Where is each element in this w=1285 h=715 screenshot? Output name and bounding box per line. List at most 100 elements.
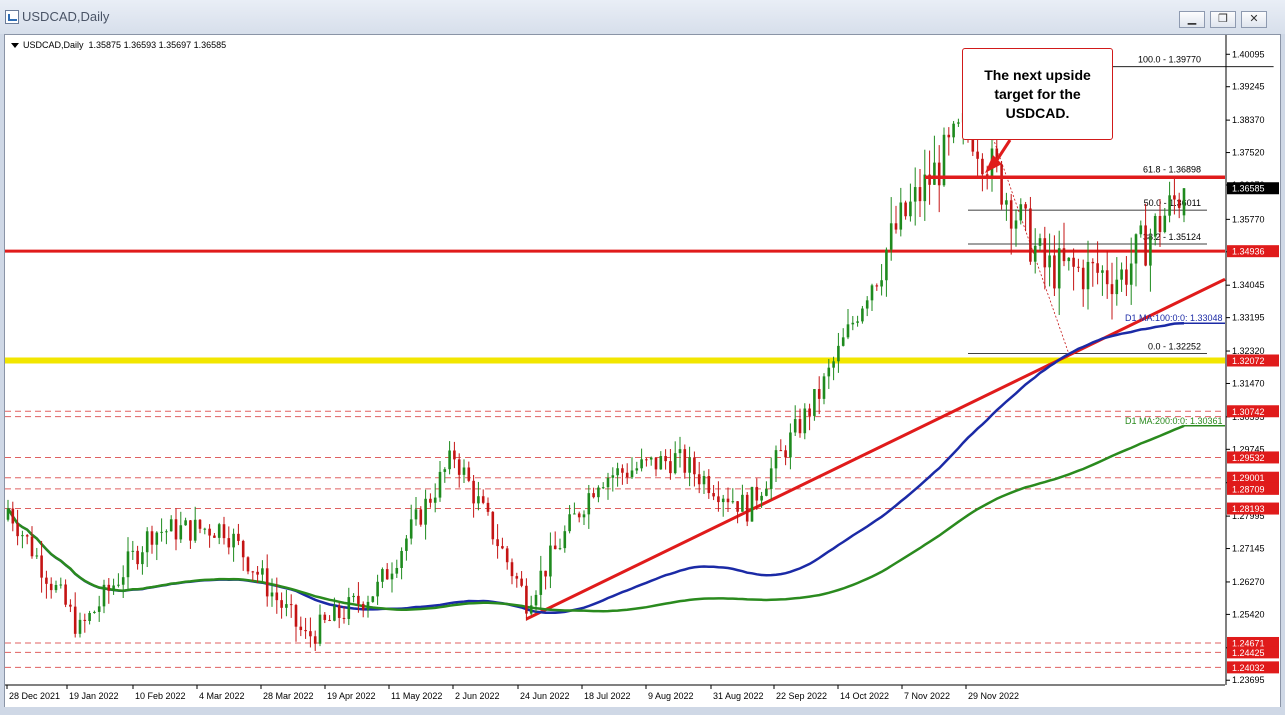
bull-candle bbox=[774, 450, 778, 469]
bear-candle bbox=[313, 636, 317, 644]
time-tick-label: 9 Aug 2022 bbox=[648, 691, 694, 701]
bull-candle bbox=[957, 122, 960, 124]
bull-candle bbox=[35, 555, 39, 557]
bear-candle bbox=[419, 509, 423, 525]
bear-candle bbox=[1110, 284, 1114, 295]
bear-candle bbox=[208, 528, 211, 536]
chart-area[interactable]: 100.0 - 1.39770 61.8 - 1.36898 50.0 - 1.36… bbox=[4, 34, 1281, 709]
bull-candle bbox=[529, 605, 533, 614]
bull-candle bbox=[678, 449, 682, 454]
bull-candle bbox=[856, 321, 859, 323]
chart-window-icon bbox=[5, 10, 19, 24]
bear-candle bbox=[1072, 257, 1075, 267]
bull-candle bbox=[760, 495, 763, 501]
bull-candle bbox=[827, 367, 831, 377]
bull-candle bbox=[318, 614, 322, 644]
bear-candle bbox=[280, 600, 283, 608]
bear-candle bbox=[472, 480, 475, 504]
bull-candle bbox=[832, 361, 835, 368]
bull-candle bbox=[851, 322, 855, 325]
bull-candle bbox=[731, 501, 735, 503]
bull-candle bbox=[601, 487, 605, 489]
uptrend-line bbox=[525, 277, 1226, 621]
ma100-line bbox=[6, 321, 1185, 615]
bull-candle bbox=[102, 584, 106, 607]
collapse-arrow-icon[interactable] bbox=[11, 43, 19, 48]
price-tick-label: 1.25420 bbox=[1232, 609, 1265, 619]
bear-candle bbox=[323, 614, 327, 620]
bear-candle bbox=[1043, 238, 1047, 268]
bear-candle bbox=[621, 468, 624, 473]
bull-candle bbox=[1182, 188, 1186, 216]
bear-candle bbox=[510, 562, 514, 577]
bull-candle bbox=[688, 457, 691, 473]
bear-candle bbox=[40, 555, 43, 578]
bear-candle bbox=[1081, 267, 1085, 290]
bull-candle bbox=[539, 570, 543, 595]
bear-candle bbox=[342, 617, 346, 619]
bear-candle bbox=[304, 630, 307, 632]
bull-candle bbox=[1057, 248, 1061, 289]
bear-candle bbox=[736, 501, 739, 512]
bear-candle bbox=[654, 457, 658, 470]
bull-candle bbox=[165, 531, 168, 533]
bull-candle bbox=[117, 584, 120, 586]
price-tick-label: 1.26270 bbox=[1232, 577, 1265, 587]
bear-candle bbox=[385, 569, 389, 580]
bull-candle bbox=[121, 577, 125, 585]
bear-candle bbox=[64, 584, 67, 605]
bull-candle bbox=[587, 493, 591, 515]
bear-candle bbox=[1000, 164, 1003, 205]
bull-candle bbox=[822, 376, 826, 399]
bull-candle bbox=[909, 201, 912, 217]
bear-candle bbox=[501, 546, 504, 549]
bull-candle bbox=[635, 468, 639, 471]
bull-candle bbox=[112, 585, 115, 591]
bear-candle bbox=[1173, 195, 1176, 200]
bear-candle bbox=[1062, 248, 1066, 262]
bull-candle bbox=[846, 324, 850, 338]
bear-candle bbox=[625, 472, 629, 478]
bear-candle bbox=[505, 548, 509, 563]
bull-candle bbox=[405, 538, 408, 551]
close-button[interactable]: ✕ bbox=[1241, 11, 1267, 28]
bull-candle bbox=[741, 494, 744, 512]
bull-candle bbox=[1019, 204, 1023, 221]
bull-candle bbox=[414, 509, 418, 520]
bear-candle bbox=[227, 538, 231, 548]
bull-candle bbox=[1129, 263, 1133, 285]
bear-candle bbox=[1125, 269, 1128, 285]
bull-candle bbox=[913, 187, 917, 202]
bear-candle bbox=[481, 496, 485, 503]
minimize-button[interactable]: ▁ bbox=[1179, 11, 1205, 28]
bull-candle bbox=[1033, 245, 1037, 262]
price-tick-label: 1.27145 bbox=[1232, 544, 1265, 554]
bear-candle bbox=[645, 459, 648, 461]
bear-candle bbox=[520, 578, 523, 586]
bull-candle bbox=[837, 345, 840, 362]
bear-candle bbox=[1091, 261, 1095, 264]
bear-candle bbox=[294, 605, 298, 627]
bull-candle bbox=[1086, 261, 1090, 290]
bull-candle bbox=[558, 548, 562, 550]
annotation-callout: The next upside target for the USDCAD. bbox=[962, 48, 1113, 140]
time-tick-label: 29 Nov 2022 bbox=[968, 691, 1019, 701]
bear-candle bbox=[491, 511, 495, 540]
bull-candle bbox=[376, 581, 379, 597]
bull-candle bbox=[880, 280, 883, 287]
price-tick-label: 1.39245 bbox=[1232, 82, 1265, 92]
bear-candle bbox=[918, 187, 922, 202]
bear-candle bbox=[453, 450, 456, 460]
bull-candle bbox=[1101, 270, 1104, 273]
bear-candle bbox=[664, 456, 667, 462]
bull-candle bbox=[616, 468, 619, 476]
bull-candle bbox=[54, 584, 58, 591]
bear-candle bbox=[241, 540, 245, 558]
bull-candle bbox=[160, 531, 163, 533]
bull-candle bbox=[179, 525, 183, 540]
bear-candle bbox=[289, 604, 293, 606]
bull-candle bbox=[438, 471, 442, 498]
restore-button[interactable]: ❐ bbox=[1210, 11, 1236, 28]
bull-candle bbox=[261, 568, 264, 575]
bull-candle bbox=[861, 308, 864, 322]
